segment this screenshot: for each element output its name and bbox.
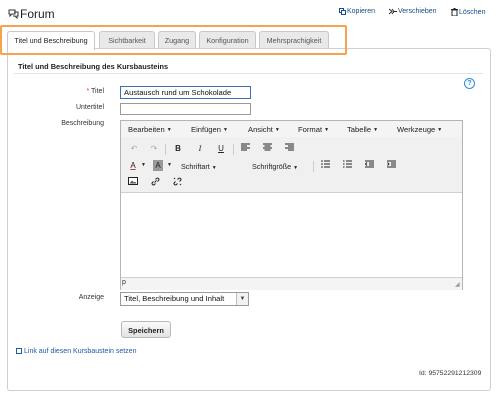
display-label: Anzeige xyxy=(78,294,104,301)
required-mark: * xyxy=(86,88,90,95)
menu-label: Tabelle xyxy=(347,125,372,134)
caret-down-icon: ▼ xyxy=(437,127,443,133)
editor-toolbar: ↶ ↷ B I U A ▼ A ▼ Schriftart ▼ Schriftgr… xyxy=(121,137,462,192)
element-id: Id: 95752291212309 xyxy=(419,370,482,377)
editor-content-area[interactable] xyxy=(121,192,462,278)
menu-label: Einfügen xyxy=(191,125,221,134)
tabs-highlight-frame xyxy=(0,25,347,55)
page-title-text: Forum xyxy=(20,7,55,21)
page-title: Forum xyxy=(8,7,55,21)
align-right-icon[interactable] xyxy=(282,143,296,155)
menu-ansicht[interactable]: Ansicht ▼ xyxy=(248,125,280,134)
help-icon[interactable]: ? xyxy=(464,78,475,89)
editor-statusbar xyxy=(121,277,462,290)
title-label-text: Titel xyxy=(91,88,104,95)
caret-down-icon[interactable]: ▼ xyxy=(141,162,146,168)
section-title: Titel und Beschreibung des Kursbausteins xyxy=(18,62,169,71)
font-family-label: Schriftart xyxy=(181,162,210,171)
menu-tabelle[interactable]: Tabelle ▼ xyxy=(347,125,378,134)
menu-label: Bearbeiten xyxy=(128,125,165,134)
course-element-link-label: Link auf diesen Kursbaustein setzen xyxy=(24,348,137,355)
caret-down-icon: ▼ xyxy=(211,165,217,171)
delete-label: Löschen xyxy=(459,9,486,16)
chevron-down-icon: ▼ xyxy=(236,293,248,305)
menu-label: Format xyxy=(298,125,323,134)
menu-bearbeiten[interactable]: Bearbeiten ▼ xyxy=(128,125,172,134)
menu-label: Werkzeuge xyxy=(397,125,436,134)
link-icon[interactable] xyxy=(148,177,162,189)
menu-einfuegen[interactable]: Einfügen ▼ xyxy=(191,125,228,134)
move-label: Verschieben xyxy=(398,8,437,15)
course-element-link[interactable]: Link auf diesen Kursbaustein setzen xyxy=(16,348,136,355)
text-color-icon[interactable]: A xyxy=(126,160,140,172)
font-family-select[interactable]: Schriftart ▼ xyxy=(181,162,217,171)
image-icon[interactable] xyxy=(126,177,140,189)
display-select-value: Titel, Beschreibung und Inhalt xyxy=(124,294,225,303)
redo-icon[interactable]: ↷ xyxy=(147,143,161,155)
align-center-icon[interactable] xyxy=(260,143,274,155)
caret-down-icon: ▼ xyxy=(222,127,228,133)
caret-down-icon: ▼ xyxy=(324,127,330,133)
background-color-icon[interactable]: A xyxy=(153,160,163,171)
menu-format[interactable]: Format ▼ xyxy=(298,125,329,134)
subtitle-label: Untertitel xyxy=(75,104,104,111)
caret-down-icon: ▼ xyxy=(373,127,379,133)
caret-down-icon: ▼ xyxy=(274,127,280,133)
align-left-icon[interactable] xyxy=(238,143,252,155)
caret-down-icon: ▼ xyxy=(166,127,172,133)
editor-status-path: p xyxy=(122,279,126,286)
italic-icon[interactable]: I xyxy=(193,143,207,155)
undo-icon[interactable]: ↶ xyxy=(127,143,141,155)
copy-icon xyxy=(339,8,346,15)
indent-icon[interactable] xyxy=(384,160,398,172)
caret-down-icon: ▼ xyxy=(293,165,299,171)
title-input[interactable] xyxy=(120,86,251,99)
bullet-list-icon[interactable] xyxy=(318,160,332,172)
trash-icon xyxy=(451,8,458,17)
copy-label: Kopieren xyxy=(347,8,376,15)
outdent-icon[interactable] xyxy=(362,160,376,172)
forum-icon xyxy=(8,8,19,20)
title-label: * Titel xyxy=(34,88,104,95)
copy-button[interactable]: Kopieren xyxy=(339,8,375,15)
description-label: Beschreibung xyxy=(61,120,104,127)
font-size-select[interactable]: Schriftgröße ▼ xyxy=(252,162,298,171)
delete-button[interactable]: Löschen xyxy=(451,8,486,17)
move-button[interactable]: Verschieben xyxy=(388,8,437,15)
unlink-icon[interactable] xyxy=(170,177,184,189)
section-divider xyxy=(14,73,483,74)
move-icon xyxy=(388,8,397,15)
display-select[interactable]: Titel, Beschreibung und Inhalt ▼ xyxy=(120,292,249,306)
underline-icon[interactable]: U xyxy=(214,143,228,155)
subtitle-input[interactable] xyxy=(120,103,251,115)
numbered-list-icon[interactable] xyxy=(340,160,354,172)
link-box-icon xyxy=(16,348,22,354)
font-size-label: Schriftgröße xyxy=(252,162,292,171)
resize-grip-icon[interactable]: ◢ xyxy=(455,281,460,288)
bold-icon[interactable]: B xyxy=(171,143,185,155)
menu-werkzeuge[interactable]: Werkzeuge ▼ xyxy=(397,125,442,134)
menu-label: Ansicht xyxy=(248,125,273,134)
save-button[interactable]: Speichern xyxy=(121,321,171,338)
caret-down-icon[interactable]: ▼ xyxy=(167,162,172,168)
